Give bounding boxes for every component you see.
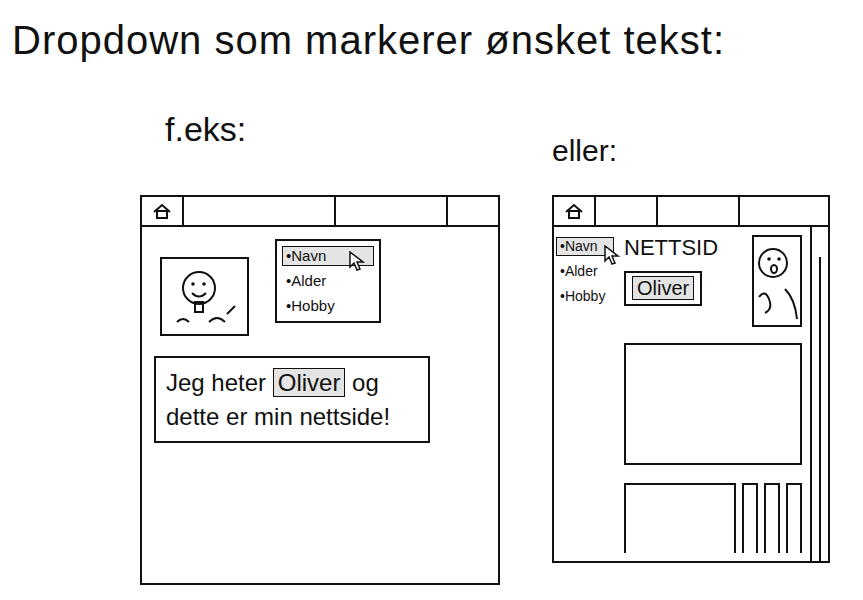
content-box [624, 483, 736, 553]
dropdown-menu[interactable]: •Navn •Alder •Hobby [275, 239, 381, 323]
dropdown-item[interactable]: •Hobby [282, 296, 374, 316]
cursor-icon [349, 251, 365, 271]
browser-sketch: •Navn•Alder•HobbyNETTSIDOliver [552, 195, 830, 563]
browser-tab[interactable] [336, 197, 448, 225]
content-column [764, 483, 780, 553]
browser-tab[interactable] [658, 197, 740, 225]
example-label: eller: [552, 134, 617, 167]
home-icon[interactable] [564, 203, 584, 219]
example: f.eks: •Navn •Alder •Hobby Jeg heter Oliver … [140, 95, 500, 585]
profile-picture [160, 257, 249, 336]
dropdown-item[interactable]: •Alder [556, 262, 614, 281]
sidebar-menu[interactable]: •Navn•Alder•Hobby [554, 227, 616, 561]
name-box: Oliver [624, 271, 702, 306]
sketch-page: Dropdown som markerer ønsket tekst:f.eks… [0, 0, 863, 600]
browser-bar [554, 197, 828, 227]
dropdown-item[interactable]: •Hobby [556, 287, 614, 306]
home-icon[interactable] [152, 203, 172, 219]
page-heading: NETTSID [624, 235, 718, 261]
home-button[interactable] [554, 197, 596, 225]
person-photo-icon [755, 239, 799, 323]
cursor-icon [604, 245, 620, 265]
highlighted-text: Oliver [273, 368, 346, 397]
content-column [742, 483, 758, 553]
person-photo-icon [169, 266, 241, 328]
home-button[interactable] [142, 197, 184, 225]
highlighted-text: Oliver [632, 276, 694, 300]
content-box [624, 343, 802, 465]
scrollbar[interactable] [810, 227, 828, 561]
dropdown-item[interactable]: •Alder [282, 271, 374, 291]
page-title: Dropdown som markerer ønsket tekst: [12, 10, 863, 95]
profile-picture [752, 235, 802, 327]
browser-bar [142, 197, 498, 227]
text-box: Jeg heter Oliver og dette er min nettsid… [154, 356, 430, 443]
browser-tab[interactable] [596, 197, 658, 225]
example: eller:•Navn•Alder•HobbyNETTSIDOliver [552, 95, 830, 563]
browser-tab[interactable] [184, 197, 336, 225]
browser-sketch: •Navn •Alder •Hobby Jeg heter Oliver og det… [140, 195, 500, 585]
dropdown-item[interactable]: •Navn [282, 246, 374, 266]
example-label: f.eks: [165, 110, 246, 148]
content-column [786, 483, 802, 553]
